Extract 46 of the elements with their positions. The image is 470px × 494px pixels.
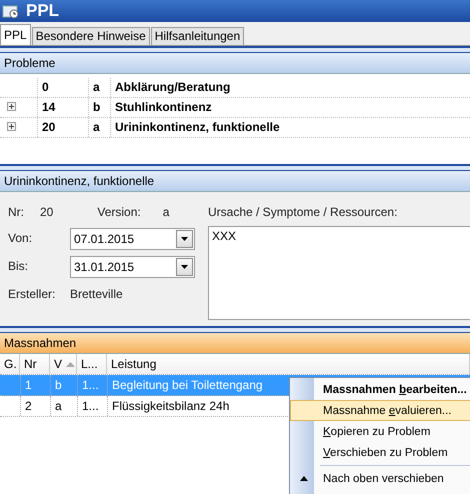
window-title: PPL [26,1,60,21]
field-label: Ursache / Symptome / Ressourcen: [208,204,398,221]
table-cell: 1... [77,396,107,416]
tree-cell: a [88,78,110,97]
tree-cell: Abklärung/Beratung [110,78,470,97]
menu-item[interactable]: Nach oben verschieben [290,468,470,489]
field-value: 20 [40,204,54,221]
notes-field[interactable]: XXX [208,226,470,320]
table-cell: 1... [77,375,107,395]
field-label: Ersteller: [8,286,56,303]
menu-item[interactable]: Kopieren zu Problem [290,421,470,442]
tree-cell: 20 [37,118,88,137]
tree-cell: 0 [37,78,88,97]
tree-cell: Urininkontinenz, funktionelle [110,118,470,137]
column-header[interactable]: Nr [20,354,50,374]
section-header: Massnahmen [0,333,470,354]
column-header[interactable]: L... [77,354,107,374]
column-header[interactable]: Leistung [107,354,470,374]
table-cell: 1 [20,375,50,395]
tree-row[interactable]: 14 b Stuhlinkontinenz [0,98,470,118]
tab[interactable]: PPL [0,24,31,45]
tree-row[interactable]: 0 a Abklärung/Beratung [0,78,470,98]
menu-item[interactable]: Massnahme evaluieren... [290,400,470,421]
table-cell: b [50,375,77,395]
column-header[interactable]: G. [0,354,20,374]
field-label: Von: [8,230,34,247]
column-header[interactable]: V [50,354,77,374]
menu-item[interactable]: Verschieben zu Problem [290,442,470,463]
tree-cell: b [88,98,110,117]
section-header: Probleme [0,53,470,74]
tree-cell: Stuhlinkontinenz [110,98,470,117]
field-label: Bis: [8,258,30,275]
field-value: Bretteville [70,286,124,303]
section-header: Urininkontinenz, funktionelle [0,171,470,192]
field-label: Version: [97,204,141,221]
field-label: Nr: [8,204,24,221]
tree-cell: a [88,118,110,137]
tab[interactable]: Hilfsanleitungen [150,27,244,45]
field-value: a [162,204,170,221]
tree-row[interactable]: 20 a Urininkontinenz, funktionelle [0,118,470,138]
date-field[interactable]: 31.01.2015 [70,256,195,278]
tree-cell: 14 [37,98,88,117]
table-cell: 2 [20,396,50,416]
tab[interactable]: Besondere Hinweise [32,27,150,45]
table-cell: a [50,396,77,416]
date-field[interactable]: 07.01.2015 [70,228,195,250]
